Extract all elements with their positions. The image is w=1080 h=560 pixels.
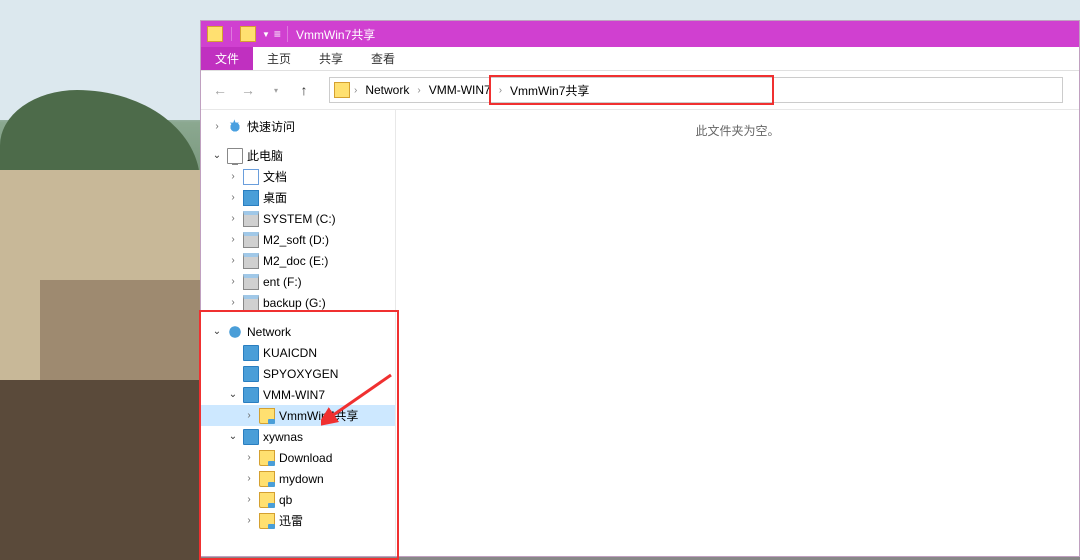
- watermark-badge-icon: 值: [944, 513, 978, 547]
- window-title: VmmWin7共享: [296, 26, 375, 43]
- tree-item-[interactable]: ›文档: [201, 166, 395, 187]
- chevron-right-icon[interactable]: ›: [499, 85, 502, 96]
- tree-item-迅雷[interactable]: ›迅雷: [201, 510, 395, 531]
- shared-folder-icon: [259, 408, 275, 424]
- tree-item-backupg[interactable]: ›backup (G:): [201, 292, 395, 313]
- tree-item-mydown[interactable]: ›mydown: [201, 468, 395, 489]
- shared-folder-icon: [259, 513, 275, 529]
- watermark: 值 什么值得买: [944, 513, 1066, 547]
- navigation-pane[interactable]: › 快速访问 ⌄ 此电脑 ›文档›桌面›SYSTEM (C:)›M2_soft …: [201, 110, 396, 556]
- drive-icon: [243, 211, 259, 227]
- navigation-bar: ← → ▾ ↑ › Network › VMM-WIN7 › VmmWin7共享: [201, 71, 1079, 109]
- chevron-right-icon[interactable]: ›: [243, 515, 255, 526]
- qat-dropdown-icon[interactable]: ▼: [262, 30, 270, 39]
- tab-share[interactable]: 共享: [305, 47, 357, 70]
- computer-icon: [243, 429, 259, 445]
- empty-folder-message: 此文件夹为空。: [695, 122, 779, 139]
- drive-icon: [243, 232, 259, 248]
- doc-icon: [243, 169, 259, 185]
- computer-icon: [243, 366, 259, 382]
- chevron-right-icon[interactable]: ›: [227, 213, 239, 224]
- chevron-down-icon[interactable]: ⌄: [211, 326, 223, 337]
- chevron-right-icon[interactable]: ›: [227, 171, 239, 182]
- tree-item-vmm-win7[interactable]: ⌄VMM-WIN7: [201, 384, 395, 405]
- breadcrumb-folder[interactable]: VmmWin7共享: [506, 80, 593, 101]
- breadcrumb-host[interactable]: VMM-WIN7: [425, 81, 495, 99]
- drive-icon: [243, 253, 259, 269]
- tree-item-download[interactable]: ›Download: [201, 447, 395, 468]
- chevron-right-icon[interactable]: ›: [227, 255, 239, 266]
- chevron-right-icon[interactable]: ›: [211, 121, 223, 132]
- shared-folder-icon: [259, 492, 275, 508]
- nav-forward-button[interactable]: →: [237, 79, 259, 101]
- tree-item-vmmwin7共享[interactable]: ›VmmWin7共享: [201, 405, 395, 426]
- content-pane[interactable]: 此文件夹为空。: [396, 110, 1079, 556]
- tree-quick-access[interactable]: › 快速访问: [201, 116, 395, 137]
- shared-folder-icon: [259, 450, 275, 466]
- shared-folder-icon: [259, 471, 275, 487]
- chevron-right-icon[interactable]: ›: [227, 297, 239, 308]
- tree-item-xywnas[interactable]: ⌄xywnas: [201, 426, 395, 447]
- chevron-right-icon[interactable]: ›: [243, 494, 255, 505]
- qat-icon[interactable]: [240, 26, 256, 42]
- ribbon-tabs: 文件 主页 共享 查看: [201, 47, 1079, 71]
- computer-icon: [243, 345, 259, 361]
- chevron-right-icon[interactable]: ›: [417, 85, 420, 96]
- tree-item-[interactable]: ›桌面: [201, 187, 395, 208]
- chevron-right-icon[interactable]: ›: [227, 234, 239, 245]
- address-folder-icon: [334, 82, 350, 98]
- chevron-right-icon[interactable]: ›: [227, 192, 239, 203]
- chevron-right-icon[interactable]: ›: [243, 473, 255, 484]
- nav-recent-dropdown[interactable]: ▾: [265, 79, 287, 101]
- tab-file[interactable]: 文件: [201, 47, 253, 70]
- explorer-window: ▼ ≡ VmmWin7共享 文件 主页 共享 查看 ← → ▾ ↑ › Netw…: [200, 20, 1080, 557]
- chevron-right-icon[interactable]: ›: [243, 452, 255, 463]
- tree-item-kuaicdn[interactable]: KUAICDN: [201, 342, 395, 363]
- drive-icon: [243, 274, 259, 290]
- qat-overflow[interactable]: ≡: [274, 27, 281, 41]
- tree-network[interactable]: ⌄ Network: [201, 321, 395, 342]
- tree-item-spyoxygen[interactable]: SPYOXYGEN: [201, 363, 395, 384]
- explorer-body: › 快速访问 ⌄ 此电脑 ›文档›桌面›SYSTEM (C:)›M2_soft …: [201, 109, 1079, 556]
- tree-item-entf[interactable]: ›ent (F:): [201, 271, 395, 292]
- tree-this-pc[interactable]: ⌄ 此电脑: [201, 145, 395, 166]
- network-icon: [227, 324, 243, 340]
- drive-icon: [243, 295, 259, 311]
- tree-item-qb[interactable]: ›qb: [201, 489, 395, 510]
- address-bar[interactable]: › Network › VMM-WIN7 › VmmWin7共享: [329, 77, 1063, 103]
- chevron-down-icon[interactable]: ⌄: [211, 150, 223, 161]
- app-icon: [207, 26, 223, 42]
- watermark-text: 什么值得买: [986, 518, 1066, 542]
- tree-item-systemc[interactable]: ›SYSTEM (C:): [201, 208, 395, 229]
- quick-access-toolbar: ▼ ≡: [205, 26, 288, 42]
- breadcrumb-network[interactable]: Network: [361, 81, 413, 99]
- tree-item-m2doce[interactable]: ›M2_doc (E:): [201, 250, 395, 271]
- chevron-down-icon[interactable]: ⌄: [227, 389, 239, 400]
- nav-up-button[interactable]: ↑: [293, 79, 315, 101]
- chevron-right-icon[interactable]: ›: [227, 276, 239, 287]
- chevron-right-icon[interactable]: ›: [354, 85, 357, 96]
- computer-icon: [243, 387, 259, 403]
- tree-item-m2softd[interactable]: ›M2_soft (D:): [201, 229, 395, 250]
- chevron-down-icon[interactable]: ⌄: [227, 431, 239, 442]
- star-icon: [227, 119, 243, 135]
- nav-back-button[interactable]: ←: [209, 79, 231, 101]
- tab-home[interactable]: 主页: [253, 47, 305, 70]
- chevron-right-icon[interactable]: ›: [243, 410, 255, 421]
- title-bar[interactable]: ▼ ≡ VmmWin7共享: [201, 21, 1079, 47]
- tab-view[interactable]: 查看: [357, 47, 409, 70]
- pc-icon: [227, 148, 243, 164]
- desk-icon: [243, 190, 259, 206]
